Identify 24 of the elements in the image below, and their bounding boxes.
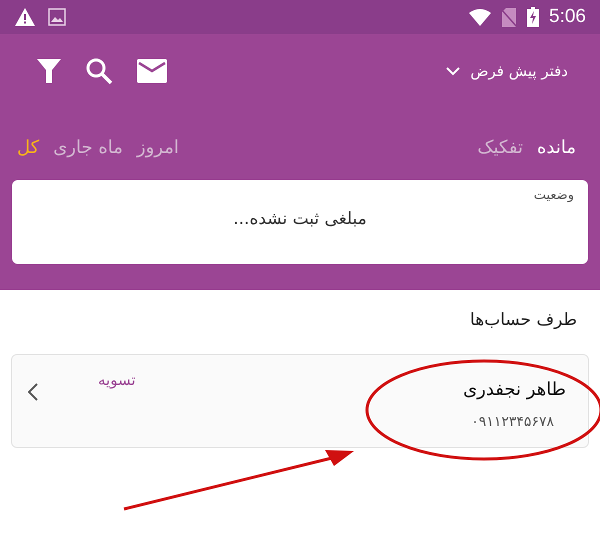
account-name: طاهر نجفدری xyxy=(463,379,566,400)
chevron-down-icon[interactable] xyxy=(446,66,460,76)
warning-icon xyxy=(14,7,36,27)
no-sim-icon xyxy=(501,8,518,26)
section-title: طرف حساب‌ها xyxy=(470,310,578,330)
account-phone: ۰۹۱۱۲۳۴۵۶۷۸ xyxy=(471,414,554,430)
tab[interactable]: مانده xyxy=(534,134,578,160)
search-icon[interactable] xyxy=(85,57,113,85)
settle-link[interactable]: تسویه xyxy=(98,371,136,389)
filter-icon[interactable] xyxy=(37,59,61,83)
chevron-left-icon[interactable] xyxy=(28,383,38,401)
status-value: مبلغی ثبت نشده... xyxy=(233,209,367,229)
tab[interactable]: تفکیک xyxy=(475,134,525,160)
status-label: وضعیت xyxy=(534,188,574,203)
mail-icon[interactable] xyxy=(137,59,167,83)
status-time: 5:06 xyxy=(549,6,586,28)
battery-charging-icon xyxy=(527,7,540,27)
wifi-icon xyxy=(469,8,492,26)
image-icon xyxy=(48,8,66,26)
tab[interactable]: ماه جاری xyxy=(51,134,125,160)
tab[interactable]: کل xyxy=(15,134,42,160)
tab[interactable]: امروز xyxy=(134,134,181,160)
account-card[interactable]: طاهر نجفدری ۰۹۱۱۲۳۴۵۶۷۸ تسویه xyxy=(11,354,589,448)
notebook-dropdown[interactable]: دفتر پیش فرض xyxy=(446,58,568,84)
